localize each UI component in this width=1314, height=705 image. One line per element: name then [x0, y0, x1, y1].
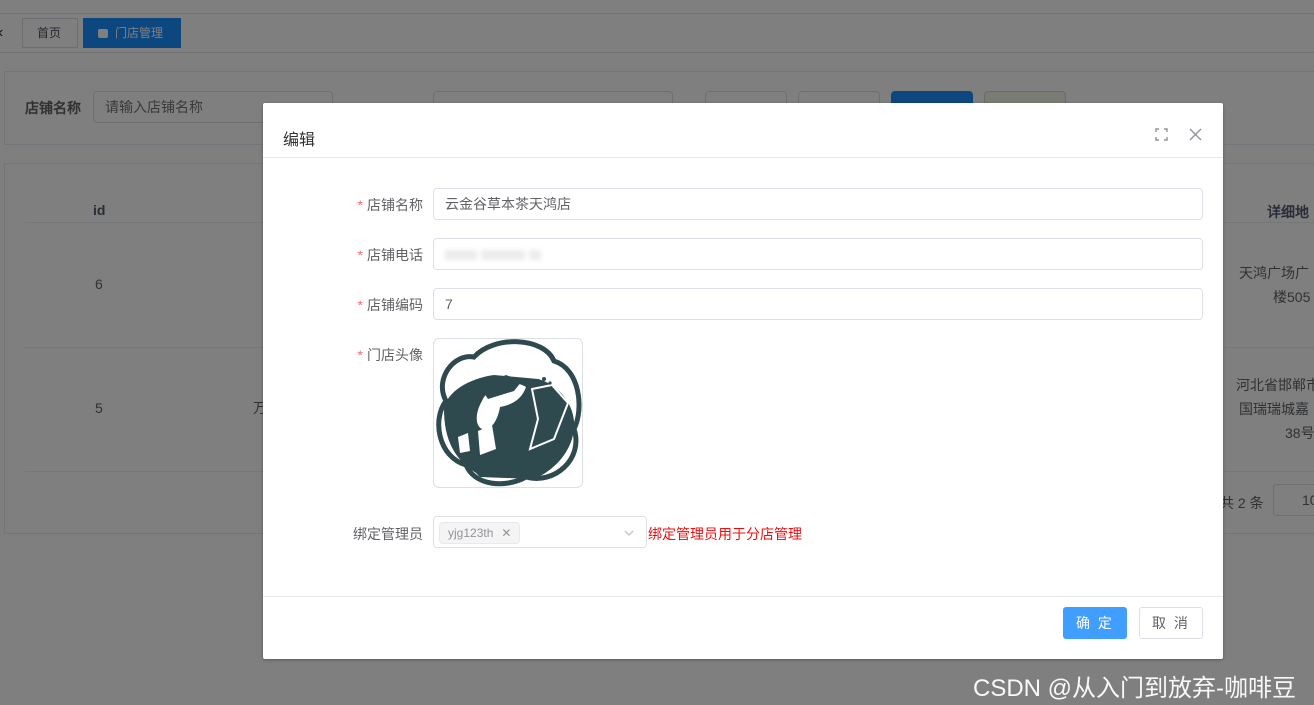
store-code-label: * 店铺编码 [263, 295, 423, 315]
redacted-text [481, 250, 525, 261]
store-phone-label-text: 店铺电话 [367, 247, 423, 263]
admin-tag-label: yjg123th [448, 526, 494, 540]
dialog-title: 编辑 [283, 132, 316, 149]
admin-select[interactable]: yjg123th ✕ [433, 516, 647, 548]
dialog-footer-divider [263, 596, 1223, 597]
confirm-button[interactable]: 确 定 [1063, 607, 1127, 639]
chevron-down-icon [624, 530, 634, 536]
watermark: CSDN @从入门到放弃-咖啡豆 [973, 675, 1297, 702]
store-phone-input[interactable] [433, 238, 1203, 270]
store-name-label: * 店铺名称 [263, 195, 423, 215]
edit-dialog: 编辑 * 店铺名称 云金谷草本茶天鸿店 * 店铺电话 * 店铺编码 7 * 门店头像 [263, 103, 1223, 659]
tag-close-icon[interactable]: ✕ [501, 526, 511, 540]
required-mark: * [357, 297, 363, 313]
required-mark: * [357, 247, 363, 263]
fullscreen-icon[interactable] [1155, 128, 1168, 141]
admin-label-text: 绑定管理员 [353, 526, 423, 542]
close-icon[interactable] [1189, 128, 1202, 141]
dialog-header: 编辑 [263, 103, 1223, 158]
admin-hint: 绑定管理员用于分店管理 [648, 526, 802, 542]
required-mark: * [357, 347, 363, 363]
admin-tag: yjg123th ✕ [439, 522, 521, 544]
store-phone-label: * 店铺电话 [263, 245, 423, 265]
admin-label: 绑定管理员 [263, 524, 423, 544]
avatar-uploader[interactable] [433, 338, 583, 488]
store-name-input[interactable]: 云金谷草本茶天鸿店 [433, 188, 1203, 220]
required-mark: * [357, 197, 363, 213]
redacted-text [445, 250, 477, 261]
redacted-text [529, 250, 541, 261]
store-name-label-text: 店铺名称 [367, 197, 423, 213]
store-avatar-label: * 门店头像 [263, 345, 423, 365]
store-avatar-label-text: 门店头像 [367, 347, 423, 363]
cancel-button[interactable]: 取 消 [1139, 607, 1203, 639]
store-code-input[interactable]: 7 [433, 288, 1203, 320]
store-code-label-text: 店铺编码 [367, 297, 423, 313]
store-avatar-image [436, 339, 582, 487]
